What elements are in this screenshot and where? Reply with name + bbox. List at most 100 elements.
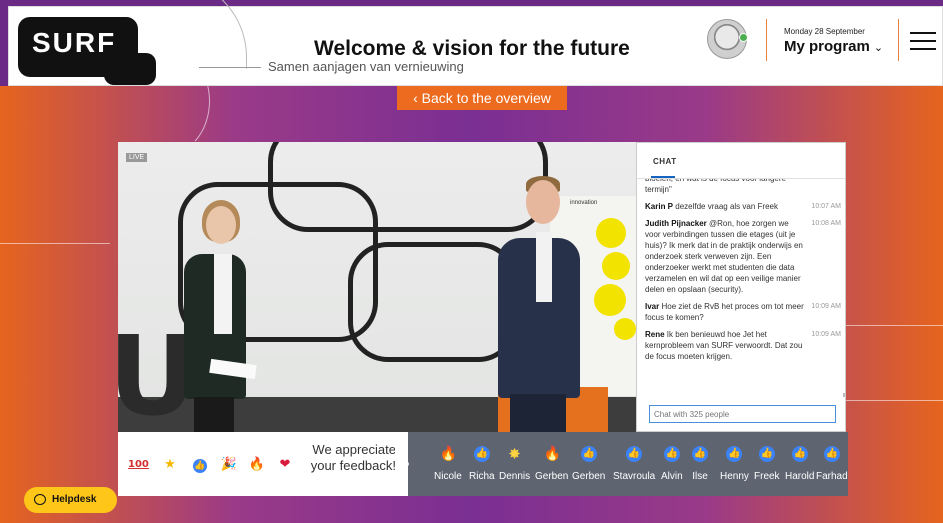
thumbs-up-icon: 👍 [791,446,808,462]
chat-timestamp: 10:09 AM [811,331,841,338]
chat-message-text: bloeien, en wat is de focus voor langere… [645,179,786,194]
header-divider [898,19,899,61]
feedback-name: Ilse [692,471,708,482]
board-bubble [594,284,626,316]
board-bubble [602,252,630,280]
fire-icon[interactable]: 🔥 [248,458,266,474]
feedback-item: 👍 Alvin [661,446,683,484]
chat-message: Karin P dezelfde vraag als van Freek 10:… [645,201,841,212]
speaker-left-shirt [214,254,232,334]
speaker-right-head [526,180,560,224]
chat-message-list[interactable]: bloeien, en wat is de focus voor langere… [645,179,841,397]
bg-line [846,325,943,326]
speaker-left-legs [194,397,234,432]
feedback-name: Gerben [572,471,606,482]
chat-timestamp: 10:08 AM [811,220,841,227]
feedback-name: Farhad [816,471,848,482]
chat-scrollbar[interactable] [843,393,845,397]
top-header: SURF Welcome & vision for the future Sam… [8,0,943,86]
feedback-item: 👍 Henny [720,446,749,484]
fire-icon: 🔥 [439,446,458,462]
feedback-name: Dennis [499,471,531,482]
thumbs-up-icon: 👍 [626,446,643,462]
feedback-name: Freek [754,471,780,482]
feedback-prompt: We appreciate your feedback! [310,442,396,473]
helpdesk-button[interactable]: Helpdesk [24,487,117,513]
back-to-overview-button[interactable]: ‹ Back to the overview [397,86,567,110]
chat-panel: CHAT bloeien, en wat is de focus voor la… [636,142,846,432]
party-popper-icon[interactable]: 🎉 [220,458,238,474]
feedback-item: 👍 Stavroula [613,446,655,484]
feedback-name: Nicole [434,471,462,482]
board-bubble [596,218,626,248]
chat-author: Karin P [645,202,674,211]
chat-author: Judith Pijnacker [645,219,707,228]
thumbs-up-icon: 👍 [473,446,490,462]
thumbs-up-icon: 👍 [692,446,708,462]
board-title: innovation [570,200,598,206]
feedback-item: 🔥 Gerben [535,446,568,484]
video-player[interactable]: innovation U LIVE [118,142,636,432]
hundred-points-icon[interactable]: 100 [128,458,149,474]
feedback-name: Henny [720,471,749,482]
feedback-item: 🔥 Nicole [434,446,462,484]
thumbs-up-icon: 👍 [663,446,680,462]
header-divider [766,19,767,61]
chat-author: Ivar [645,302,660,311]
speaker-right-shirt [536,232,552,302]
thumbs-up-icon: 👍 [823,446,840,462]
feedback-name: Harold [785,471,815,482]
tab-chat[interactable]: CHAT [653,157,677,166]
my-program-dropdown[interactable]: My program ⌄ [784,38,883,55]
feedback-item: 👍 Richa [469,446,495,484]
feedback-strip: 🔥 Nicole 👍 Richa ✸ Dennis 🔥 Gerben 👍 Ger… [408,432,848,496]
chat-message: Judith Pijnacker @Ron, hoe zorgen we voo… [645,218,841,295]
helpdesk-label: Helpdesk [52,494,97,505]
date-label: Monday 28 September [784,27,865,36]
chat-timestamp: 10:07 AM [811,203,841,210]
thumbs-up-icon: 👍 [580,446,597,462]
chat-message: Rene Ik ben benieuwd hoe Jet het kernpro… [645,329,841,362]
thumbs-up-icon[interactable]: 👍 [193,459,207,473]
feedback-item: 👍 Ilse [692,446,708,484]
chat-message-text: dezelfde vraag als van Freek [675,202,778,211]
chat-author: Rene [645,330,665,339]
feedback-item: 👍 Gerben [572,446,605,484]
feedback-name: Gerben [535,471,569,482]
feedback-name: Alvin [661,471,683,482]
chevron-down-icon: ⌄ [873,42,884,54]
star-icon: ✸ [508,445,521,463]
chat-message: Ivar Hoe ziet de RvB het proces om tot m… [645,301,841,323]
thumbs-up-icon: 👍 [758,446,775,462]
chat-message-text: Hoe ziet de RvB het proces om tot meer f… [645,302,804,322]
speaker-right-legs [510,394,566,432]
chat-message-text: @Ron, hoe zorgen we voor verbindingen tu… [645,219,803,294]
page-subtitle: Samen aanjagen van vernieuwing [268,59,464,74]
title-decor-line [199,67,261,68]
surf-logo[interactable]: SURF [18,17,138,77]
fire-icon: 🔥 [543,446,562,462]
chat-message: bloeien, en wat is de focus voor langere… [645,179,841,195]
stage-rail [348,242,518,362]
feedback-item: 👍 Farhad [816,446,848,484]
star-icon[interactable]: ★ [161,458,179,474]
page-title: Welcome & vision for the future [314,37,630,60]
reaction-bar: 100 ★ 👍 🎉 🔥 ❤ We appreciate your feedbac… [118,432,408,496]
chat-bubble-icon [34,494,46,505]
bg-line [0,243,110,244]
feedback-name: Stavroula [613,471,656,482]
chat-message-text: Ik ben benieuwd hoe Jet het kernprobleem… [645,330,803,361]
bg-line [846,400,943,401]
chat-input[interactable] [649,405,836,423]
speaker-left-head [206,206,236,244]
title-decor-curve [157,0,247,69]
feedback-item: 👍 Freek [754,446,780,484]
feedback-name: Richa [469,471,495,482]
live-badge: LIVE [126,153,148,162]
thumbs-up-icon: 👍 [726,446,743,462]
hamburger-menu-icon[interactable] [910,32,936,50]
board-bubble [614,318,636,340]
online-status-dot [739,33,748,42]
chat-timestamp: 10:09 AM [811,303,841,310]
my-program-label: My program [784,38,870,55]
